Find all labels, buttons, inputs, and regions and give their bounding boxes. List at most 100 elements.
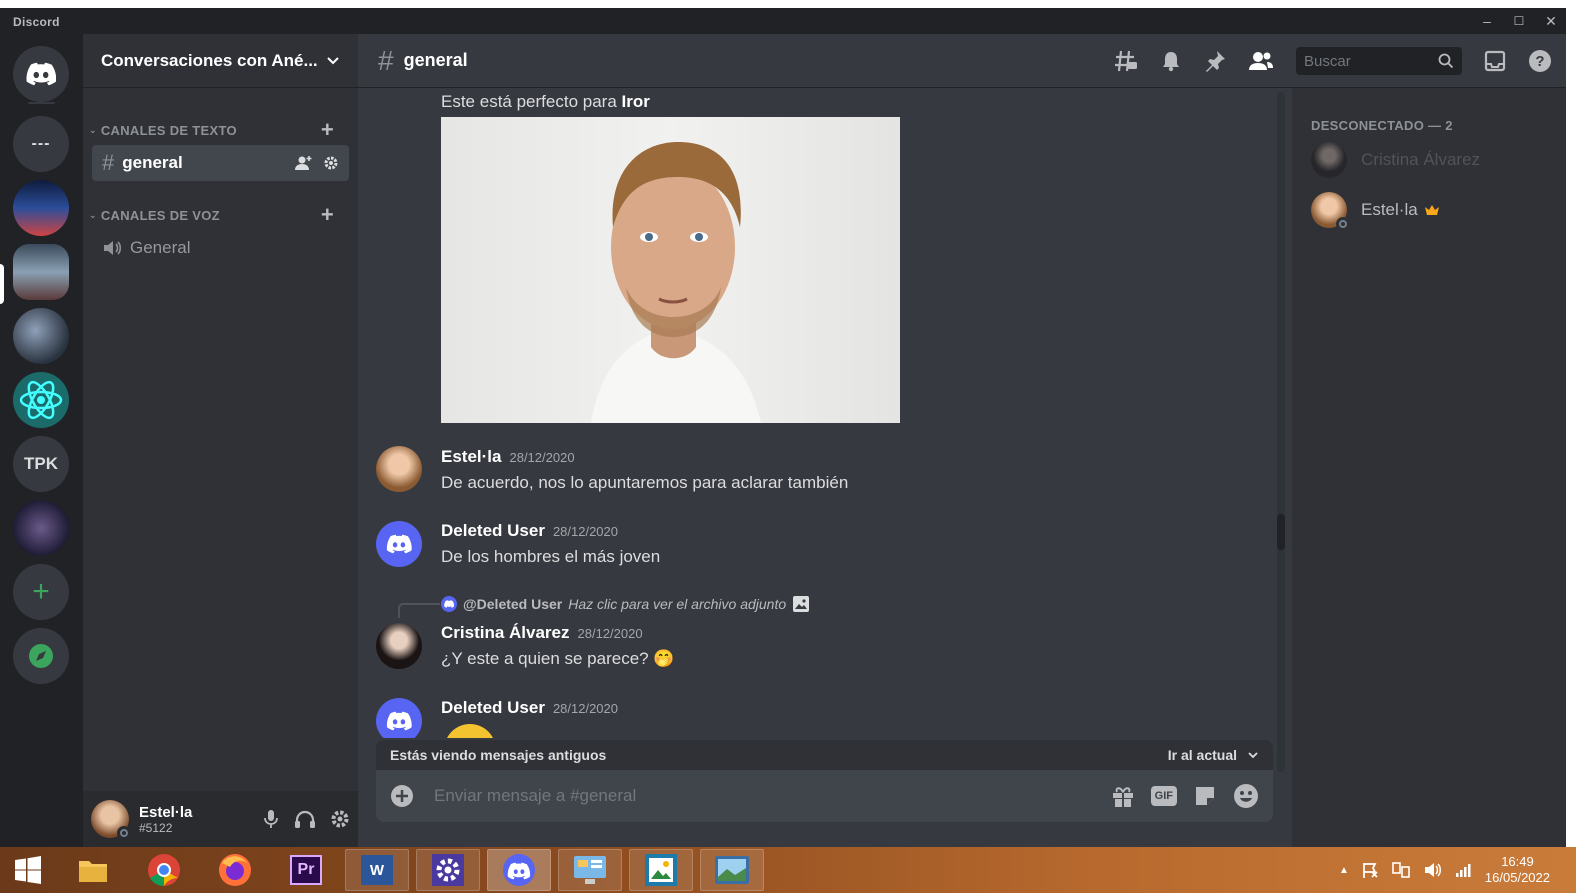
message-author[interactable]: Deleted User bbox=[441, 698, 545, 717]
add-voice-channel-icon[interactable]: + bbox=[321, 204, 334, 226]
signal-icon[interactable] bbox=[1455, 863, 1473, 877]
network-icon[interactable] bbox=[1391, 861, 1411, 879]
server-avatar-5[interactable] bbox=[13, 500, 69, 556]
clock[interactable]: 16:49 16/05/2022 bbox=[1485, 854, 1550, 886]
taskbar: Pr W ▲ 16:49 16/05/2022 bbox=[0, 847, 1576, 893]
add-attachment-icon[interactable] bbox=[390, 784, 414, 808]
emoji-icon[interactable] bbox=[1233, 783, 1259, 809]
settings-button[interactable] bbox=[416, 849, 480, 891]
image-viewer-button[interactable] bbox=[700, 849, 764, 891]
home-button[interactable] bbox=[13, 46, 69, 102]
tray-expand-icon[interactable]: ▲ bbox=[1339, 865, 1349, 876]
avatar[interactable] bbox=[376, 623, 422, 669]
message-author[interactable]: Estel·la bbox=[441, 447, 501, 466]
avatar[interactable] bbox=[376, 521, 422, 567]
search-icon bbox=[1438, 53, 1454, 69]
guild-name: Conversaciones con Ané... bbox=[101, 50, 318, 70]
word-icon: W bbox=[361, 855, 393, 885]
reply-mention[interactable]: @Deleted User bbox=[463, 596, 562, 612]
voice-category-header[interactable]: ⌄ CANALES DE VOZ + bbox=[89, 204, 352, 226]
member-cristina[interactable]: Cristina Álvarez bbox=[1311, 140, 1480, 180]
start-button[interactable] bbox=[0, 849, 56, 891]
explore-servers-button[interactable] bbox=[13, 628, 69, 684]
message-timestamp: 28/12/2020 bbox=[509, 450, 575, 465]
pin-icon[interactable] bbox=[1204, 50, 1226, 72]
chrome-button[interactable] bbox=[132, 849, 196, 891]
gift-icon[interactable] bbox=[1111, 784, 1135, 808]
server-avatar-3[interactable] bbox=[13, 308, 69, 364]
text-category-header[interactable]: ⌄ CANALES DE TEXTO + bbox=[89, 119, 352, 141]
word-button[interactable]: W bbox=[345, 849, 409, 891]
user-avatar[interactable] bbox=[91, 800, 131, 840]
settings-gear-icon[interactable] bbox=[330, 809, 350, 829]
server-avatar-1[interactable] bbox=[13, 180, 69, 236]
reply-hint[interactable]: Haz clic para ver el archivo adjunto bbox=[568, 596, 786, 612]
photos-button[interactable] bbox=[629, 849, 693, 891]
member-estella[interactable]: Estel·la bbox=[1311, 190, 1440, 231]
message-header: Estel·la 28/12/2020 bbox=[441, 447, 575, 467]
chat-area: # general Buscar ? Este está perfecto pa… bbox=[358, 34, 1566, 847]
channel-header: # general Buscar ? bbox=[358, 34, 1566, 88]
discord-icon bbox=[503, 854, 535, 886]
inbox-icon[interactable] bbox=[1484, 50, 1506, 72]
action-center-flag-icon[interactable] bbox=[1361, 861, 1379, 879]
message-text: De los hombres el más joven bbox=[441, 547, 661, 566]
minimize-button[interactable]: – bbox=[1475, 11, 1499, 31]
avatar[interactable] bbox=[376, 446, 422, 492]
channel-title: general bbox=[403, 50, 468, 70]
server-tpk[interactable]: TPK bbox=[13, 436, 69, 492]
server-dots[interactable]: --- bbox=[13, 116, 69, 172]
image-attachment[interactable] bbox=[441, 117, 900, 423]
reply-reference[interactable]: @Deleted User Haz clic para ver el archi… bbox=[441, 595, 810, 613]
scrollbar-track[interactable] bbox=[1277, 92, 1285, 772]
help-icon[interactable]: ? bbox=[1528, 49, 1552, 73]
hash-icon: # bbox=[102, 150, 115, 175]
headphones-icon[interactable] bbox=[294, 809, 316, 829]
volume-icon[interactable] bbox=[1423, 861, 1443, 879]
member-avatar bbox=[1311, 192, 1350, 231]
caption-bold: Iror bbox=[621, 92, 650, 111]
file-explorer-button[interactable] bbox=[61, 849, 125, 891]
message-composer: Enviar mensaje a #general GIF bbox=[376, 770, 1273, 822]
windows-logo-icon bbox=[15, 856, 41, 884]
microphone-icon[interactable] bbox=[262, 809, 280, 829]
guild-header[interactable]: Conversaciones con Ané... bbox=[83, 34, 358, 88]
user-info[interactable]: Estel·la #5122 bbox=[139, 804, 192, 835]
threads-icon[interactable] bbox=[1114, 49, 1138, 73]
emoji-sticker bbox=[444, 724, 496, 738]
firefox-icon bbox=[219, 854, 251, 886]
jump-to-present-button[interactable]: Ir al actual bbox=[1168, 747, 1259, 763]
gear-icon[interactable] bbox=[323, 155, 339, 171]
close-button[interactable]: ✕ bbox=[1539, 11, 1563, 31]
invite-member-icon[interactable] bbox=[295, 155, 313, 171]
firefox-button[interactable] bbox=[203, 849, 267, 891]
voice-channel-general[interactable]: General bbox=[92, 230, 349, 266]
jump-label: Ir al actual bbox=[1167, 747, 1237, 763]
premiere-button[interactable]: Pr bbox=[274, 849, 338, 891]
active-server-indicator bbox=[0, 264, 4, 304]
message-list[interactable]: Este está perfecto para Iror Estel·la 28/… bbox=[358, 88, 1280, 738]
control-panel-button[interactable] bbox=[558, 849, 622, 891]
server-avatar-2-active[interactable] bbox=[13, 244, 69, 300]
svg-text:?: ? bbox=[1535, 53, 1544, 70]
bell-icon[interactable] bbox=[1160, 50, 1182, 72]
add-text-channel-icon[interactable]: + bbox=[321, 119, 334, 141]
discord-taskbar-button[interactable] bbox=[487, 849, 551, 891]
message-header: Cristina Álvarez 28/12/2020 bbox=[441, 623, 643, 643]
message-author[interactable]: Cristina Álvarez bbox=[441, 623, 570, 642]
maximize-button[interactable]: ☐ bbox=[1507, 11, 1531, 31]
add-server-button[interactable]: + bbox=[13, 564, 69, 620]
rail-separator bbox=[28, 102, 55, 104]
server-avatar-4[interactable] bbox=[13, 372, 69, 428]
avatar[interactable] bbox=[376, 698, 422, 738]
message-author[interactable]: Deleted User bbox=[441, 521, 545, 540]
message-header: Deleted User 28/12/2020 bbox=[441, 698, 618, 718]
message-input[interactable]: Enviar mensaje a #general bbox=[434, 786, 636, 806]
channel-general[interactable]: # general bbox=[92, 145, 349, 181]
chevron-down-icon: ⌄ bbox=[89, 209, 97, 220]
members-icon[interactable] bbox=[1248, 50, 1274, 72]
gif-button[interactable]: GIF bbox=[1150, 786, 1177, 806]
scrollbar-thumb[interactable] bbox=[1277, 514, 1285, 550]
sticker-icon[interactable] bbox=[1193, 784, 1217, 808]
search-input[interactable]: Buscar bbox=[1296, 47, 1462, 75]
